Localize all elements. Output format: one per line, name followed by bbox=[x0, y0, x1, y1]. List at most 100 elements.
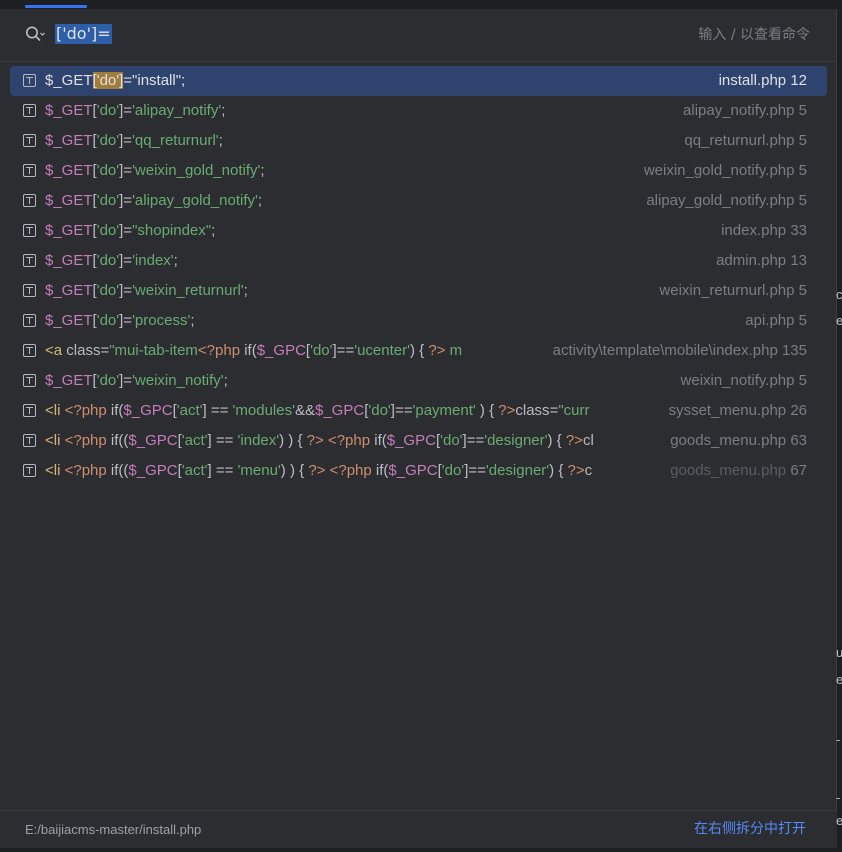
result-row[interactable]: $_GET['do']='weixin_gold_notify'; weixin_… bbox=[10, 156, 827, 186]
result-code-snippet: <li <?php if(($_GPC['act'] == 'index') )… bbox=[45, 426, 625, 456]
text-match-icon bbox=[23, 314, 36, 327]
result-line-number: 5 bbox=[798, 372, 807, 389]
result-location: activity\template\mobile\index.php 135 bbox=[546, 336, 807, 366]
result-location: api.php 5 bbox=[739, 306, 807, 336]
search-everywhere-popup: ['do']= 输入 / 以查看命令 $_GET['do']="install"… bbox=[0, 0, 837, 848]
code-token: cl bbox=[582, 432, 594, 449]
result-row[interactable]: $_GET['do']='qq_returnurl'; qq_returnurl.… bbox=[10, 126, 827, 156]
result-line-number: 67 bbox=[790, 462, 807, 479]
code-token: 'do' bbox=[310, 342, 333, 359]
result-location: qq_returnurl.php 5 bbox=[678, 126, 807, 156]
result-row[interactable]: $_GET['do']="install"; install.php 12 bbox=[10, 66, 827, 96]
result-row[interactable]: $_GET['do']='weixin_notify'; weixin_notif… bbox=[10, 366, 827, 396]
code-token: ]= bbox=[119, 252, 133, 269]
code-token: 'weixin_notify' bbox=[132, 372, 224, 389]
result-row[interactable]: $_GET['do']="shopindex"; index.php 33 bbox=[10, 216, 827, 246]
code-token: ) { bbox=[547, 432, 566, 449]
code-token: ; bbox=[221, 102, 226, 119]
code-token: $_GPC bbox=[256, 342, 306, 359]
result-row[interactable]: <a class="mui-tab-item<?php if($_GPC['do… bbox=[10, 336, 827, 366]
code-token: <li bbox=[45, 462, 65, 479]
code-token: 'do' bbox=[96, 162, 120, 179]
result-code-snippet: $_GET['do']='weixin_notify'; bbox=[45, 366, 508, 396]
code-token: ; bbox=[260, 162, 265, 179]
result-row[interactable]: $_GET['do']='alipay_gold_notify'; alipay_… bbox=[10, 186, 827, 216]
code-token: = bbox=[100, 342, 110, 359]
code-token: if( bbox=[110, 402, 124, 419]
code-token: $_GET bbox=[45, 252, 93, 269]
search-input[interactable]: ['do']= bbox=[55, 24, 112, 44]
code-token: 'do' bbox=[96, 312, 120, 329]
code-token: 'modules' bbox=[232, 402, 295, 419]
code-token: $_GET bbox=[45, 162, 93, 179]
editor-edge-glyph: e bbox=[836, 313, 842, 328]
code-token: if( bbox=[374, 432, 387, 449]
code-token: 'do' bbox=[440, 432, 463, 449]
result-row[interactable]: $_GET['do']='index'; admin.php 13 bbox=[10, 246, 827, 276]
code-token: ; bbox=[218, 132, 223, 149]
result-row[interactable]: $_GET['do']='weixin_returnurl'; weixin_re… bbox=[10, 276, 827, 306]
code-token: ?> bbox=[428, 342, 446, 359]
code-token: 'act' bbox=[181, 432, 208, 449]
code-token: ]== bbox=[462, 432, 485, 449]
code-token: $_GPC bbox=[128, 432, 178, 449]
result-code-snippet: $_GET['do']='weixin_gold_notify'; bbox=[45, 156, 508, 186]
text-match-icon bbox=[23, 164, 36, 177]
code-token: <?php bbox=[197, 342, 245, 359]
result-location: install.php 12 bbox=[712, 66, 807, 96]
code-token: 'menu' bbox=[237, 462, 281, 479]
result-file-name: goods_menu.php bbox=[670, 462, 787, 479]
code-token: ]= bbox=[119, 102, 133, 119]
code-token: <?php bbox=[64, 462, 111, 479]
result-location: goods_menu.php 67 bbox=[664, 456, 807, 486]
result-row[interactable]: $_GET['do']='process'; api.php 5 bbox=[10, 306, 827, 336]
code-token: $_GET bbox=[45, 192, 93, 209]
code-token: class bbox=[515, 402, 550, 419]
code-token: ) { bbox=[409, 342, 429, 359]
code-token: 'do' bbox=[96, 192, 120, 209]
code-token: ; bbox=[181, 72, 186, 89]
result-file-name: api.php bbox=[745, 312, 795, 329]
code-token: class bbox=[66, 342, 101, 359]
code-token: c bbox=[584, 462, 593, 479]
result-code-snippet: $_GET['do']='qq_returnurl'; bbox=[45, 126, 508, 156]
code-token: ; bbox=[211, 222, 216, 239]
search-icon[interactable] bbox=[24, 24, 46, 44]
code-token: $_GET bbox=[45, 102, 93, 119]
code-token: ; bbox=[223, 372, 228, 389]
result-line-number: 5 bbox=[798, 282, 807, 299]
code-token: 'designer' bbox=[484, 432, 548, 449]
code-token: $_GET bbox=[45, 372, 93, 389]
result-location: alipay_notify.php 5 bbox=[677, 96, 807, 126]
code-token: ) ) { bbox=[280, 462, 309, 479]
text-match-icon bbox=[23, 404, 36, 417]
result-file-name: weixin_notify.php bbox=[680, 372, 795, 389]
code-token: 'act' bbox=[181, 462, 208, 479]
code-token: ]= bbox=[119, 312, 133, 329]
result-row[interactable]: $_GET['do']='alipay_notify'; alipay_notif… bbox=[10, 96, 827, 126]
text-match-icon bbox=[23, 254, 36, 267]
search-hint: 输入 / 以查看命令 bbox=[698, 27, 810, 43]
active-tab-indicator bbox=[25, 5, 87, 8]
result-code-snippet: $_GET['do']='process'; bbox=[45, 306, 508, 336]
result-line-number: 5 bbox=[798, 132, 807, 149]
result-code-snippet: $_GET['do']='alipay_notify'; bbox=[45, 96, 508, 126]
result-row[interactable]: <li <?php if(($_GPC['act'] == 'index') )… bbox=[10, 426, 827, 456]
result-row[interactable]: <li <?php if($_GPC['act'] == 'modules'&&… bbox=[10, 396, 827, 426]
open-in-right-split-link[interactable]: 在右侧拆分中打开 bbox=[694, 811, 806, 848]
result-location: weixin_gold_notify.php 5 bbox=[637, 156, 807, 186]
text-match-icon bbox=[23, 284, 36, 297]
code-token: ]== bbox=[332, 342, 355, 359]
code-token: 'weixin_returnurl' bbox=[132, 282, 244, 299]
code-token: "install" bbox=[132, 72, 182, 89]
result-row[interactable]: <li <?php if(($_GPC['act'] == 'menu') ) … bbox=[10, 456, 827, 486]
editor-edge-glyph: - bbox=[836, 732, 841, 747]
result-line-number: 26 bbox=[790, 402, 807, 419]
code-token: if(( bbox=[110, 432, 129, 449]
text-match-icon bbox=[23, 134, 36, 147]
result-location: goods_menu.php 63 bbox=[664, 426, 807, 456]
code-token: 'do' bbox=[368, 402, 391, 419]
result-line-number: 5 bbox=[798, 192, 807, 209]
result-line-number: 12 bbox=[790, 72, 807, 89]
result-location: index.php 33 bbox=[715, 216, 807, 246]
